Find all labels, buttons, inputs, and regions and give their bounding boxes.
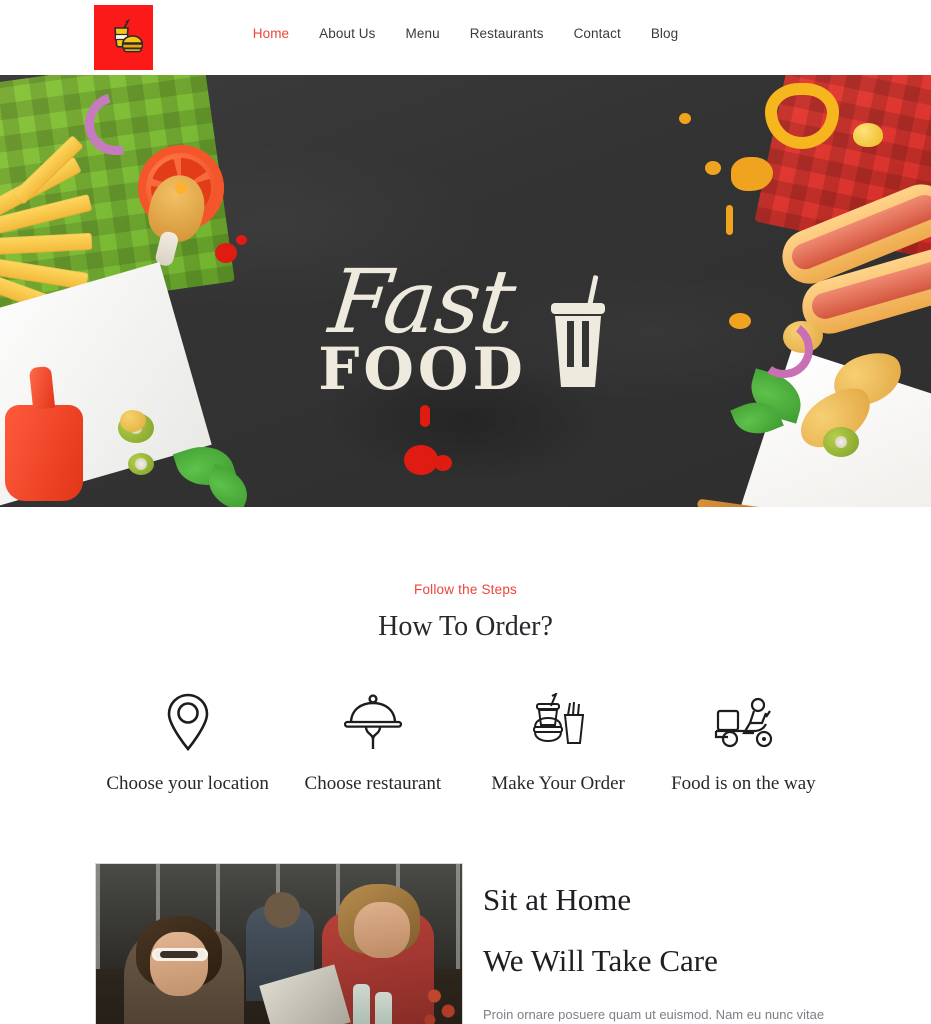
ketchup-drip: [420, 405, 430, 427]
nav-item-blog[interactable]: Blog: [636, 26, 693, 41]
nav-item-restaurants[interactable]: Restaurants: [455, 26, 559, 41]
step-food-on-the-way[interactable]: Food is on the way: [651, 691, 836, 795]
yellow-pepper-piece-right: [853, 123, 883, 147]
hero-wordmark: Fast FOOD: [318, 250, 527, 398]
step-make-order[interactable]: Make Your Order: [466, 691, 651, 795]
step-label: Choose your location: [106, 773, 269, 794]
sit-at-home-section: Sit at Home We Will Take Care Proin orna…: [0, 863, 931, 1024]
mustard-splatter-2: [705, 161, 721, 175]
steps-list: Choose your location Choose restaurant M…: [0, 691, 931, 795]
mustard-splatter-3: [679, 113, 691, 124]
ketchup-splatter-3: [404, 445, 438, 475]
nav-item-contact[interactable]: Contact: [559, 26, 636, 41]
about-heading-1: Sit at Home: [483, 882, 632, 917]
nav-item-about-us[interactable]: About Us: [304, 26, 390, 41]
restaurant-diners-photo: [95, 863, 463, 1024]
section-eyebrow: Follow the Steps: [414, 582, 517, 597]
ketchup-splatter-2: [236, 235, 247, 245]
about-heading-2: We Will Take Care: [483, 942, 718, 978]
step-label: Choose restaurant: [304, 773, 442, 794]
serving-tray-icon: [280, 691, 465, 753]
delivery-scooter-icon: [651, 691, 836, 753]
soda-cup-icon: [550, 275, 605, 387]
sit-at-home-text: Sit at Home We Will Take Care Proin orna…: [483, 863, 836, 1024]
map-pin-icon: [95, 691, 280, 753]
hero-banner: Fast FOOD: [0, 75, 931, 507]
ketchup-splatter-4: [434, 455, 452, 471]
nav-item-home[interactable]: Home: [238, 26, 304, 41]
green-olive-right: [823, 427, 859, 457]
ketchup-bottle: [5, 405, 83, 501]
meal-combo-icon: [466, 691, 651, 753]
site-header: Home About Us Menu Restaurants Contact B…: [0, 0, 931, 75]
hero-title-script: Fast: [325, 250, 520, 353]
hero-logotype: Fast FOOD: [0, 250, 931, 398]
step-label: Make Your Order: [491, 773, 625, 794]
how-to-order-section: Follow the Steps How To Order? Choose yo…: [0, 507, 931, 795]
step-label: Food is on the way: [671, 773, 816, 794]
mustard-drip: [726, 205, 733, 235]
main-navigation: Home About Us Menu Restaurants Contact B…: [0, 26, 931, 41]
section-title: How To Order?: [378, 611, 553, 642]
step-choose-location[interactable]: Choose your location: [95, 691, 280, 795]
step-choose-restaurant[interactable]: Choose restaurant: [280, 691, 465, 795]
nav-item-menu[interactable]: Menu: [391, 26, 455, 41]
green-olive-small: [128, 453, 154, 475]
about-paragraph: Proin ornare posuere quam ut euismod. Na…: [483, 1006, 825, 1022]
